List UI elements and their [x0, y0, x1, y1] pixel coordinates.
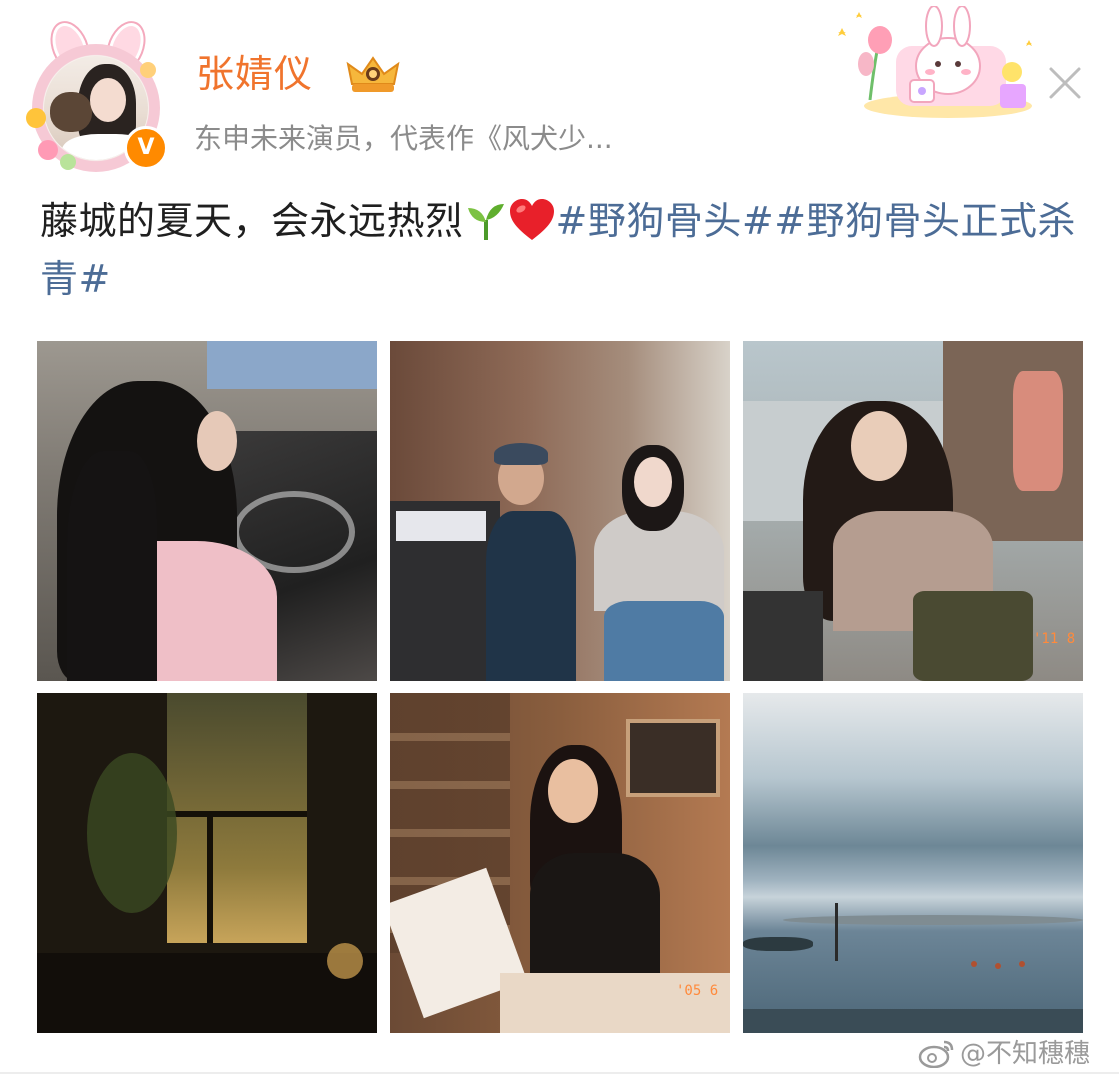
- photo-grid: '11 8 '05 6: [37, 341, 1083, 1033]
- hashtag-link[interactable]: #野狗骨头#: [556, 199, 775, 243]
- weibo-logo-icon: [918, 1040, 954, 1068]
- photo-thumbnail[interactable]: '05 6: [390, 693, 730, 1033]
- photo-date-stamp: '05 6: [676, 983, 719, 999]
- seedling-emoji-icon: [467, 204, 504, 240]
- watermark: @不知穗穗: [918, 1034, 1090, 1074]
- bunny-card-decoration: [838, 6, 1032, 118]
- photo-thumbnail[interactable]: [743, 693, 1083, 1033]
- flower-decoration: [26, 108, 46, 128]
- photo-date-stamp: '11 8: [1033, 631, 1076, 647]
- close-icon[interactable]: [1044, 62, 1086, 104]
- post-text: 藤城的夏天，会永远热烈 #野狗骨头##野狗骨头正式杀青#: [40, 192, 1080, 308]
- red-heart-emoji-icon: [509, 199, 554, 240]
- verified-badge-icon: V: [124, 126, 168, 170]
- flower-decoration: [38, 140, 58, 160]
- divider: [0, 1072, 1119, 1074]
- photo-thumbnail[interactable]: [37, 693, 377, 1033]
- photo-thumbnail[interactable]: '11 8: [743, 341, 1083, 681]
- flower-decoration: [60, 154, 76, 170]
- photo-thumbnail[interactable]: [390, 341, 730, 681]
- vip-crown-icon[interactable]: [344, 54, 402, 96]
- watermark-text: @不知穗穗: [960, 1039, 1091, 1069]
- flower-decoration: [140, 62, 156, 78]
- photo-thumbnail[interactable]: [37, 341, 377, 681]
- avatar[interactable]: V: [24, 17, 170, 172]
- user-name[interactable]: 张婧仪: [196, 48, 313, 100]
- post-body-text: 藤城的夏天，会永远热烈: [40, 199, 464, 243]
- user-description: 东申未来演员，代表作《风犬少...: [194, 122, 613, 155]
